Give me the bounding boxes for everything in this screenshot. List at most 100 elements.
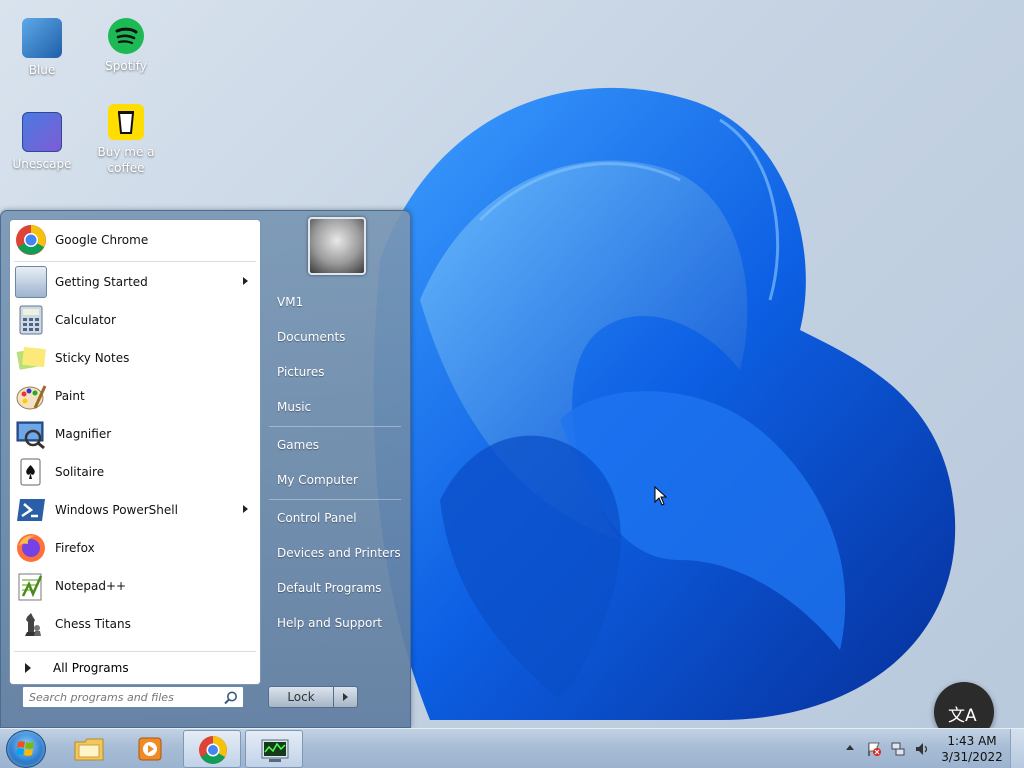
chess-icon — [15, 608, 47, 640]
program-label: Magnifier — [55, 427, 112, 441]
desktop-icon-unescape[interactable]: Unescape — [0, 112, 84, 172]
program-sticky-notes[interactable]: Sticky Notes — [11, 339, 260, 377]
divider — [269, 426, 401, 427]
chevron-right-icon — [343, 693, 348, 701]
start-menu: Google Chrome Getting Started Calculator… — [0, 210, 411, 728]
program-label: Windows PowerShell — [55, 503, 178, 517]
submenu-arrow-icon — [243, 277, 248, 285]
user-monitor-icon — [22, 18, 62, 58]
program-label: Calculator — [55, 313, 116, 327]
translate-icon: 文A — [948, 706, 977, 726]
right-item-games[interactable]: Games — [269, 430, 404, 460]
sticky-notes-icon — [15, 342, 47, 374]
taskbar-media-player[interactable] — [121, 730, 179, 768]
program-label: Chess Titans — [55, 617, 131, 631]
right-item-music[interactable]: Music — [269, 392, 404, 422]
program-label: Getting Started — [55, 275, 148, 289]
desktop-icon-spotify[interactable]: Spotify — [84, 18, 168, 74]
program-calculator[interactable]: Calculator — [11, 301, 260, 339]
program-firefox[interactable]: Firefox — [11, 529, 260, 567]
network-icon[interactable] — [890, 741, 906, 757]
spotify-icon — [108, 18, 144, 54]
search-input[interactable] — [22, 686, 244, 708]
program-label: Notepad++ — [55, 579, 127, 593]
program-label: Solitaire — [55, 465, 105, 479]
right-item-label: Default Programs — [277, 581, 382, 595]
program-chess-titans[interactable]: Chess Titans — [11, 605, 260, 643]
show-hidden-icons-button[interactable] — [846, 745, 854, 750]
expand-arrow-icon — [25, 663, 31, 673]
right-item-label: VM1 — [277, 295, 304, 309]
task-manager-icon — [261, 739, 289, 762]
media-player-icon — [138, 737, 162, 761]
program-label: Sticky Notes — [55, 351, 130, 365]
program-label: Firefox — [55, 541, 95, 555]
right-item-my-computer[interactable]: My Computer — [269, 465, 404, 495]
all-programs-button[interactable]: All Programs — [11, 654, 260, 682]
desktop-icon-label: Spotify — [105, 59, 147, 73]
taskbar-task-manager[interactable] — [245, 730, 303, 768]
taskbar-chrome[interactable] — [183, 730, 241, 768]
mouse-cursor-icon — [654, 486, 668, 506]
right-item-vm1[interactable]: VM1 — [269, 287, 404, 317]
right-item-label: Music — [277, 400, 312, 414]
magnifier-icon — [15, 418, 47, 450]
program-getting-started[interactable]: Getting Started — [11, 263, 260, 301]
clock-time: 1:43 AM — [947, 734, 997, 748]
chrome-icon — [199, 736, 227, 764]
windows-logo-icon — [16, 741, 34, 756]
right-item-label: Control Panel — [277, 511, 357, 525]
right-item-label: My Computer — [277, 473, 358, 487]
shutdown-options-button[interactable] — [334, 686, 358, 708]
lock-button[interactable]: Lock — [268, 686, 334, 708]
show-desktop-button[interactable] — [1010, 729, 1024, 768]
file-explorer-icon — [74, 738, 104, 761]
taskbar-file-explorer[interactable] — [60, 730, 118, 768]
firefox-icon — [15, 532, 47, 564]
desktop-icon-label: Buy me a coffee — [97, 145, 155, 175]
right-item-pictures[interactable]: Pictures — [269, 357, 404, 387]
right-item-default-programs[interactable]: Default Programs — [269, 573, 404, 603]
all-programs-label: All Programs — [53, 661, 129, 675]
right-item-devices-and-printers[interactable]: Devices and Printers — [269, 538, 404, 568]
search-icon[interactable] — [223, 690, 239, 706]
program-solitaire[interactable]: Solitaire — [11, 453, 260, 491]
right-item-label: Games — [277, 438, 319, 452]
right-item-label: Devices and Printers — [277, 546, 401, 560]
program-notepadpp[interactable]: Notepad++ — [11, 567, 260, 605]
desktop-icon-blue[interactable]: Blue — [0, 18, 84, 78]
desktop-icon-buy-me-a-coffee[interactable]: Buy me a coffee — [84, 104, 168, 176]
right-item-label: Documents — [277, 330, 346, 344]
desktop-icon-label: Unescape — [12, 157, 72, 171]
right-item-control-panel[interactable]: Control Panel — [269, 503, 404, 533]
notepadpp-icon — [15, 570, 47, 602]
divider — [269, 499, 401, 500]
right-item-documents[interactable]: Documents — [269, 322, 404, 352]
program-label: Google Chrome — [55, 233, 149, 247]
system-clock[interactable]: 1:43 AM 3/31/2022 — [940, 733, 1004, 765]
unescape-game-icon — [22, 112, 62, 152]
chrome-icon — [15, 224, 47, 256]
right-item-label: Help and Support — [277, 616, 382, 630]
right-item-label: Pictures — [277, 365, 325, 379]
program-label: Paint — [55, 389, 85, 403]
volume-icon[interactable] — [914, 741, 930, 757]
divider — [14, 261, 256, 262]
action-center-flag-icon[interactable] — [866, 741, 882, 757]
solitaire-icon — [15, 456, 47, 488]
coffee-cup-icon — [108, 104, 144, 140]
calculator-icon — [15, 304, 47, 336]
clock-date: 3/31/2022 — [941, 750, 1003, 764]
program-windows-powershell[interactable]: Windows PowerShell — [11, 491, 260, 529]
start-button[interactable] — [6, 730, 46, 768]
getting-started-icon — [15, 266, 47, 298]
program-google-chrome[interactable]: Google Chrome — [11, 221, 260, 259]
right-item-help-and-support[interactable]: Help and Support — [269, 608, 404, 638]
submenu-arrow-icon — [243, 505, 248, 513]
powershell-icon — [15, 494, 47, 526]
program-paint[interactable]: Paint — [11, 377, 260, 415]
desktop-icon-label: Blue — [28, 63, 56, 77]
user-account-picture[interactable] — [308, 217, 366, 275]
program-magnifier[interactable]: Magnifier — [11, 415, 260, 453]
programs-pane: Google Chrome Getting Started Calculator… — [9, 219, 261, 685]
